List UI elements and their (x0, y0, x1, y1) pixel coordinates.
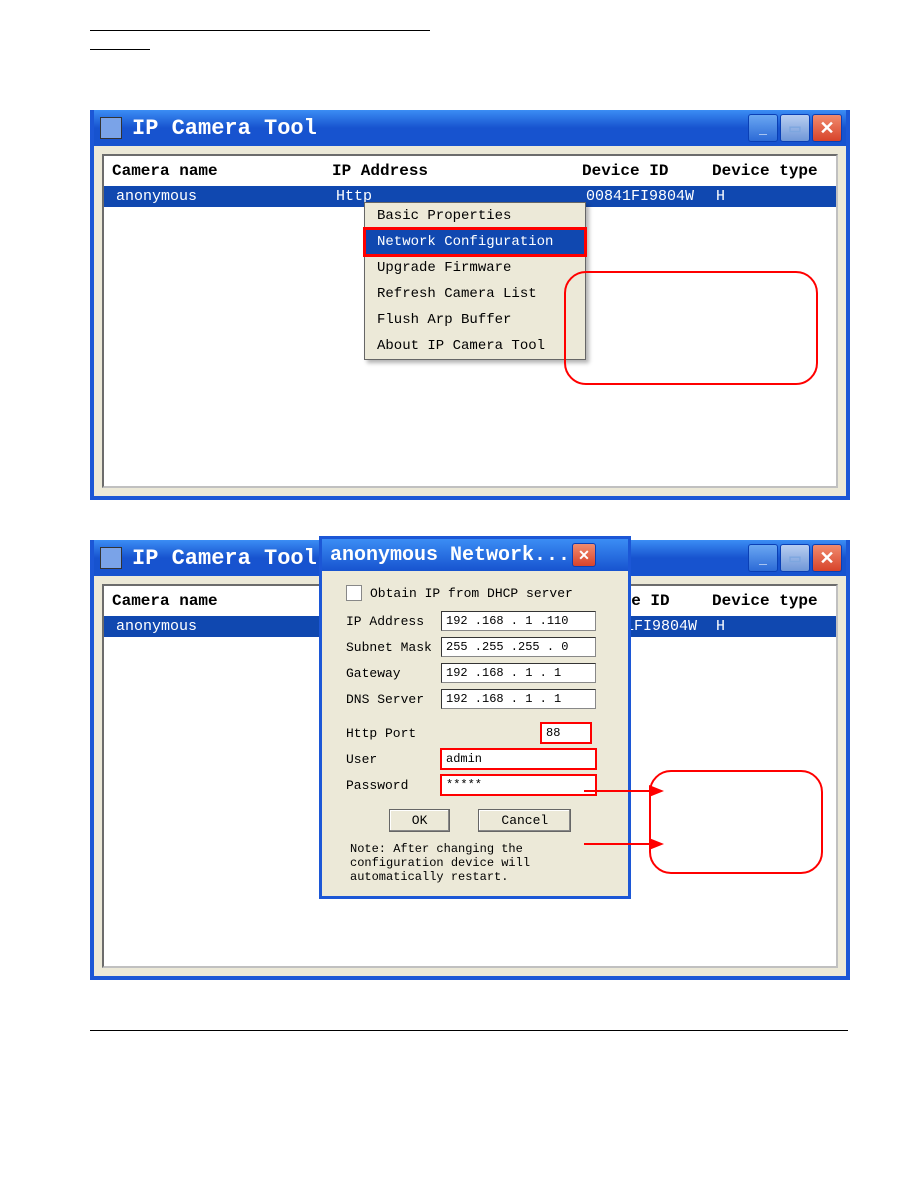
minimize-button-2[interactable]: _ (748, 544, 778, 572)
label-user: User (346, 752, 441, 767)
input-port[interactable]: 88 (541, 723, 591, 743)
column-headers: Camera name IP Address Device ID Device … (104, 156, 836, 186)
label-dns: DNS Server (346, 692, 441, 707)
titlebar[interactable]: IP Camera Tool _ ▭ ✕ (94, 110, 846, 146)
dialog-note: Note: After changing the configuration d… (346, 842, 614, 886)
cell-type: H (716, 188, 826, 205)
dialog-title: anonymous Network... (330, 544, 570, 567)
cancel-button[interactable]: Cancel (478, 809, 571, 832)
label-subnet: Subnet Mask (346, 640, 441, 655)
menu-basic-properties[interactable]: Basic Properties (365, 203, 585, 229)
col-ip-address[interactable]: IP Address (332, 162, 582, 180)
dhcp-checkbox[interactable] (346, 585, 362, 601)
label-port: Http Port (346, 726, 441, 741)
menu-network-configuration[interactable]: Network Configuration (365, 229, 585, 255)
col-device-type[interactable]: Device type (712, 162, 822, 180)
menu-flush-arp-buffer[interactable]: Flush Arp Buffer (365, 307, 585, 333)
close-button-2[interactable]: ✕ (812, 544, 842, 572)
window-title: IP Camera Tool (132, 116, 317, 141)
dialog-titlebar[interactable]: anonymous Network... ✕ (322, 539, 628, 571)
menu-about[interactable]: About IP Camera Tool (365, 333, 585, 359)
list-area: Camera name IP Address Device ID Device … (102, 154, 838, 488)
app-icon (100, 117, 122, 139)
menu-refresh-camera-list[interactable]: Refresh Camera List (365, 281, 585, 307)
menu-upgrade-firmware[interactable]: Upgrade Firmware (365, 255, 585, 281)
cell-name: anonymous (116, 188, 336, 205)
window-ip-camera-tool: IP Camera Tool _ ▭ ✕ Camera name IP Addr… (90, 110, 850, 500)
divider-bottom (90, 1030, 848, 1031)
label-gateway: Gateway (346, 666, 441, 681)
minimize-button[interactable]: _ (748, 114, 778, 142)
close-button[interactable]: ✕ (812, 114, 842, 142)
input-password[interactable]: ***** (441, 775, 596, 795)
input-ip[interactable]: 192 .168 . 1 .110 (441, 611, 596, 631)
context-menu: Basic Properties Network Configuration U… (364, 202, 586, 360)
input-dns[interactable]: 192 .168 . 1 . 1 (441, 689, 596, 709)
dhcp-checkbox-row[interactable]: Obtain IP from DHCP server (346, 585, 614, 601)
ok-button[interactable]: OK (389, 809, 451, 832)
divider-small (90, 49, 150, 50)
label-pass: Password (346, 778, 441, 793)
maximize-button-2[interactable]: ▭ (780, 544, 810, 572)
dhcp-label: Obtain IP from DHCP server (370, 586, 573, 601)
col-device-type-2[interactable]: Device type (712, 592, 822, 610)
label-ip: IP Address (346, 614, 441, 629)
maximize-button[interactable]: ▭ (780, 114, 810, 142)
cell-name-2: anonymous (116, 618, 336, 635)
cell-devid: 00841FI9804W (586, 188, 716, 205)
input-user[interactable]: admin (441, 749, 596, 769)
input-gateway[interactable]: 192 .168 . 1 . 1 (441, 663, 596, 683)
callout-box-2 (649, 770, 823, 874)
cell-type-2: H (716, 618, 826, 635)
divider-top (90, 30, 430, 31)
col-camera-name-2[interactable]: Camera name (112, 592, 332, 610)
window-ip-camera-tool-2: IP Camera Tool _ ▭ ✕ Camera name ice ID … (90, 540, 850, 980)
window-title-2: IP Camera Tool (132, 546, 317, 571)
col-device-id[interactable]: Device ID (582, 162, 712, 180)
dialog-close-button[interactable]: ✕ (572, 543, 596, 567)
col-camera-name[interactable]: Camera name (112, 162, 332, 180)
callout-box (564, 271, 818, 385)
input-subnet[interactable]: 255 .255 .255 . 0 (441, 637, 596, 657)
app-icon-2 (100, 547, 122, 569)
cell-devid-2: 41FI9804W (616, 618, 716, 635)
